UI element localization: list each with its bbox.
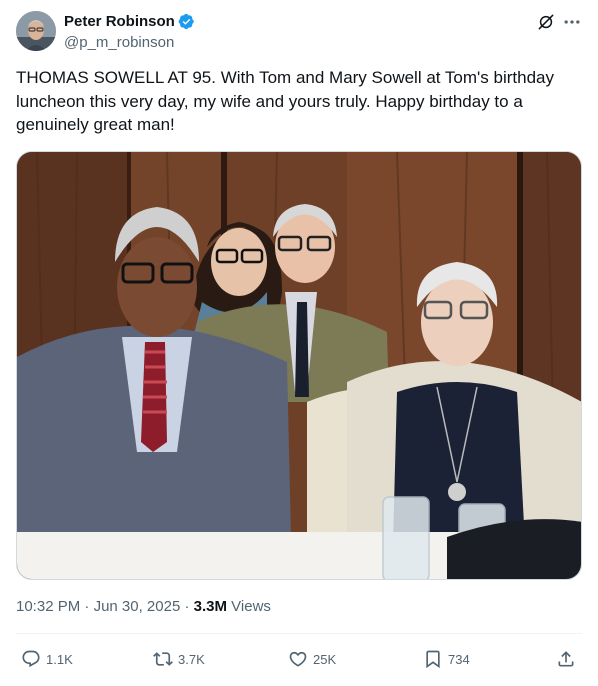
author-handle[interactable]: @p_m_robinson <box>64 33 174 53</box>
action-divider <box>16 633 582 634</box>
repost-button[interactable]: 3.7K <box>153 648 205 670</box>
like-count: 25K <box>313 651 337 667</box>
more-horizontal-icon[interactable] <box>562 12 582 32</box>
meta-separator: · <box>80 598 94 615</box>
views-label: Views <box>227 598 271 615</box>
bookmark-button[interactable]: 734 <box>423 648 470 670</box>
reply-count: 1.1K <box>46 651 73 667</box>
tweet-text: THOMAS SOWELL AT 95. With Tom and Mary S… <box>16 68 559 134</box>
author-name[interactable]: Peter Robinson <box>64 12 175 32</box>
tweet-date[interactable]: Jun 30, 2025 <box>94 598 181 615</box>
repost-count: 3.7K <box>178 651 205 667</box>
verified-badge-icon <box>178 13 194 30</box>
tweet-card: Peter Robinson @p_m_robinson THOMAS SOWE… <box>0 0 598 686</box>
reply-button[interactable]: 1.1K <box>21 648 73 670</box>
tweet-meta: 10:32 PM · Jun 30, 2025 · 3.3M Views <box>16 597 271 617</box>
tweet-time[interactable]: 10:32 PM <box>16 598 80 615</box>
repost-icon <box>153 652 173 666</box>
avatar-image <box>16 11 56 51</box>
views-count: 3.3M <box>193 598 228 615</box>
meta-separator: · <box>180 598 194 615</box>
share-icon <box>558 651 574 667</box>
photo-image <box>17 152 581 579</box>
share-button[interactable] <box>556 648 581 670</box>
author-avatar[interactable] <box>16 11 56 51</box>
bookmark-count: 734 <box>448 651 470 667</box>
like-button[interactable]: 25K <box>288 648 336 670</box>
reply-icon <box>22 650 40 668</box>
bookmark-icon <box>426 650 440 669</box>
grok-icon[interactable] <box>536 12 556 32</box>
tweet-photo[interactable] <box>16 151 582 580</box>
heart-icon <box>289 651 307 667</box>
